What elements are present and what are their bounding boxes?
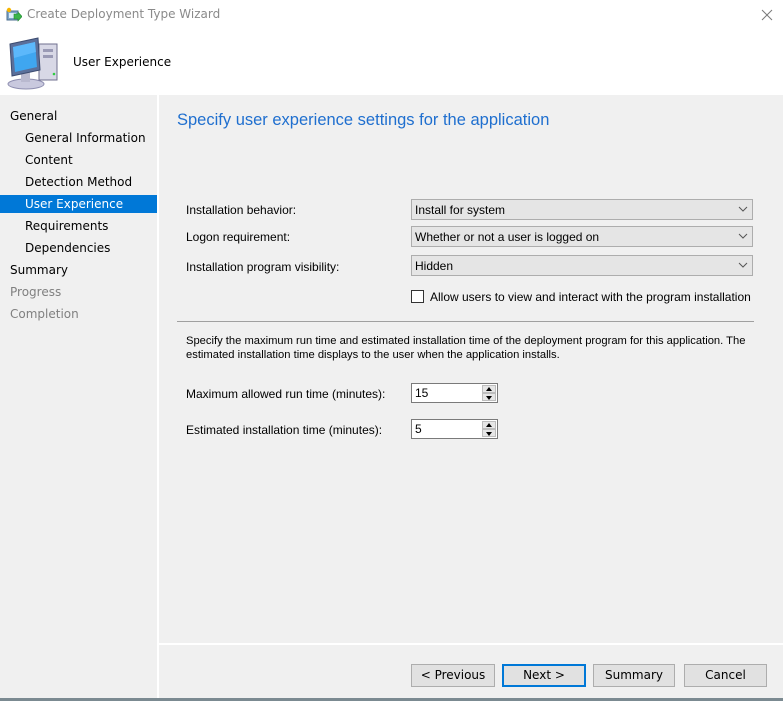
close-icon[interactable] — [755, 5, 779, 25]
sidebar-item-requirements[interactable]: Requirements — [0, 217, 157, 235]
sidebar-item-summary[interactable]: Summary — [0, 261, 157, 279]
decrement-button[interactable] — [482, 429, 496, 437]
sidebar-item-detection-method[interactable]: Detection Method — [0, 173, 157, 191]
program-visibility-value: Hidden — [415, 259, 454, 273]
window-title: Create Deployment Type Wizard — [27, 7, 221, 21]
chevron-down-icon — [738, 262, 748, 268]
title-bar: Create Deployment Type Wizard — [0, 0, 783, 30]
sidebar-item-progress: Progress — [10, 285, 62, 299]
wizard-sidebar: General General Information Content Dete… — [0, 95, 157, 701]
max-run-time-stepper[interactable]: 15 — [411, 383, 498, 403]
main-panel: Specify user experience settings for the… — [159, 95, 783, 643]
computer-icon — [7, 37, 58, 90]
run-time-description: Specify the maximum run time and estimat… — [186, 335, 746, 361]
wizard-footer: < Previous Next > Summary Cancel — [159, 645, 783, 698]
summary-button[interactable]: Summary — [593, 664, 675, 687]
section-heading: Specify user experience settings for the… — [177, 111, 550, 129]
spinner-buttons — [482, 385, 496, 401]
max-run-time-value[interactable]: 15 — [415, 386, 428, 400]
sidebar-item-user-experience[interactable]: User Experience — [0, 195, 157, 213]
sidebar-item-content[interactable]: Content — [0, 151, 157, 169]
allow-interact-label[interactable]: Allow users to view and interact with th… — [430, 290, 751, 304]
program-visibility-label: Installation program visibility: — [186, 260, 340, 274]
chevron-down-icon — [738, 233, 748, 239]
max-run-time-label: Maximum allowed run time (minutes): — [186, 387, 386, 401]
estimated-time-value[interactable]: 5 — [415, 422, 422, 436]
decrement-button[interactable] — [482, 393, 496, 401]
sidebar-item-completion: Completion — [10, 307, 79, 321]
estimated-time-stepper[interactable]: 5 — [411, 419, 498, 439]
next-button[interactable]: Next > — [502, 664, 586, 687]
sidebar-item-dependencies[interactable]: Dependencies — [0, 239, 157, 257]
previous-button[interactable]: < Previous — [411, 664, 495, 687]
allow-interact-checkbox[interactable] — [411, 290, 424, 303]
installation-behavior-value: Install for system — [415, 203, 506, 217]
cancel-button[interactable]: Cancel — [684, 664, 767, 687]
logon-requirement-label: Logon requirement: — [186, 230, 291, 244]
estimated-time-label: Estimated installation time (minutes): — [186, 423, 383, 437]
logon-requirement-select[interactable]: Whether or not a user is logged on — [411, 226, 753, 247]
program-visibility-select[interactable]: Hidden — [411, 255, 753, 276]
spinner-buttons — [482, 421, 496, 437]
installation-behavior-label: Installation behavior: — [186, 203, 297, 217]
sidebar-item-general-information[interactable]: General Information — [0, 129, 157, 147]
chevron-down-icon — [738, 206, 748, 212]
wizard-app-icon — [6, 7, 22, 22]
section-divider — [177, 321, 754, 322]
page-title: User Experience — [73, 55, 172, 69]
wizard-header: User Experience — [0, 30, 783, 94]
installation-behavior-select[interactable]: Install for system — [411, 199, 753, 220]
increment-button[interactable] — [482, 421, 496, 429]
logon-requirement-value: Whether or not a user is logged on — [415, 230, 600, 244]
sidebar-item-general[interactable]: General — [0, 107, 157, 125]
increment-button[interactable] — [482, 385, 496, 393]
